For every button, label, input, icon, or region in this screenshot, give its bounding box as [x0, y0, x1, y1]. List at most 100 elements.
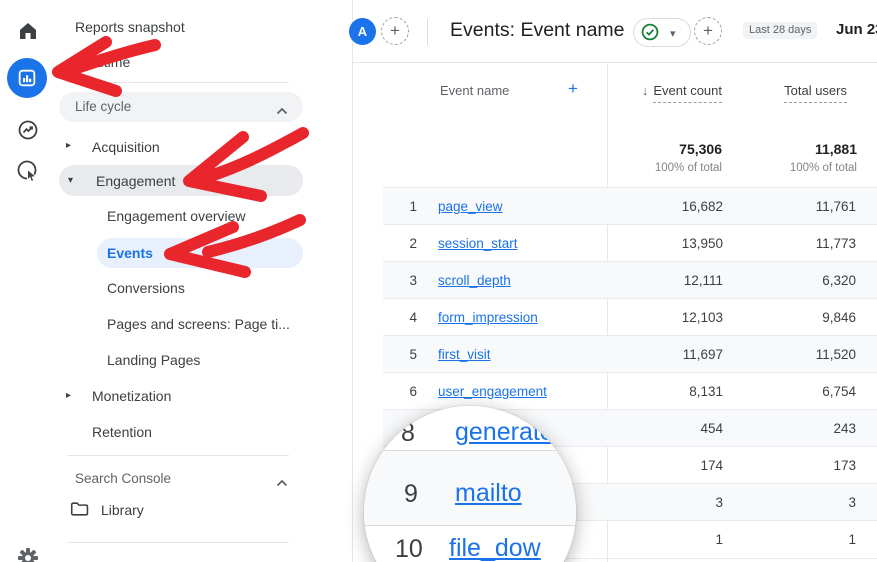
event-link[interactable]: session_start — [438, 225, 518, 262]
total-users: 173 — [833, 458, 856, 473]
total-users: 11,761 — [815, 199, 856, 214]
total-users: 6,320 — [822, 273, 856, 288]
add-dimension-icon[interactable]: + — [568, 79, 578, 99]
home-icon[interactable] — [14, 17, 42, 45]
total-users: 6,754 — [822, 384, 856, 399]
sidebar-item-engagement-overview[interactable]: Engagement overview — [107, 205, 246, 227]
event-count: 11,697 — [682, 347, 723, 362]
event-link[interactable]: first_visit — [438, 336, 491, 373]
event-link[interactable]: form_impression — [438, 299, 538, 336]
sidebar-item-conversions[interactable]: Conversions — [107, 277, 185, 299]
event-count: 12,111 — [683, 273, 723, 288]
sidebar-item-engagement[interactable]: ▾ Engagement — [59, 165, 303, 196]
nav-rail — [0, 0, 56, 562]
avatar[interactable]: A — [349, 18, 376, 45]
sidebar-item-library[interactable]: Library — [101, 499, 144, 521]
sidebar-item-retention[interactable]: Retention — [92, 421, 152, 443]
total-users: 11,881 — [814, 141, 857, 157]
event-count: 13,950 — [681, 236, 723, 251]
total-event-count-share: 100% of total — [654, 162, 722, 174]
total-users-share: 100% of total — [789, 162, 857, 174]
lens-event-link: generate — [455, 418, 554, 446]
table-row: 2 session_start 13,950 11,773 — [383, 224, 877, 262]
expand-down-icon[interactable]: ▾ — [68, 174, 73, 188]
date-range-chip[interactable]: Last 28 days — [743, 22, 818, 39]
lens-row-index: 9 — [404, 480, 418, 508]
sidebar-item-acquisition[interactable]: Acquisition — [92, 136, 160, 158]
sidebar-item-pages-and-screens[interactable]: Pages and screens: Page ti... — [107, 313, 290, 335]
sort-desc-icon: ↓ — [641, 83, 649, 98]
row-index: 3 — [409, 273, 417, 288]
event-link[interactable]: scroll_depth — [438, 262, 511, 299]
plus-icon: + — [703, 21, 713, 40]
section-search-console[interactable]: Search Console — [75, 468, 171, 490]
table-header: Event name + ↓ Event count Total users 75… — [383, 62, 877, 187]
sidebar-item-events-label: Events — [107, 245, 153, 261]
sidebar-divider — [67, 82, 289, 83]
row-index: 1 — [409, 199, 417, 214]
event-count: 16,682 — [681, 199, 723, 214]
event-link[interactable]: page_view — [438, 188, 503, 225]
reports-nav-button[interactable] — [7, 58, 47, 98]
sidebar-item-reports-snapshot[interactable]: Reports snapshot — [75, 16, 185, 38]
row-index: 4 — [409, 310, 417, 325]
event-count: 8,131 — [689, 384, 723, 399]
section-life-cycle[interactable]: Life cycle — [59, 92, 303, 122]
total-users: 243 — [833, 421, 856, 436]
sidebar-divider — [67, 455, 289, 456]
folder-icon — [70, 501, 89, 522]
column-header-event-name[interactable]: Event name — [440, 83, 509, 98]
add-comparison-button[interactable]: + — [381, 17, 409, 45]
table-row: 1 page_view 16,682 11,761 — [383, 187, 877, 225]
sidebar-divider — [67, 542, 289, 543]
event-count: 454 — [700, 421, 723, 436]
sidebar-item-engagement-label: Engagement — [96, 173, 176, 189]
total-users: 11,520 — [815, 347, 856, 362]
expand-right-icon[interactable]: ▸ — [66, 389, 71, 403]
expand-right-icon[interactable]: ▸ — [66, 139, 71, 153]
explore-icon[interactable] — [14, 116, 42, 144]
sidebar-item-events[interactable]: Events — [97, 238, 303, 268]
column-header-total-users[interactable]: Total users — [784, 83, 847, 103]
section-life-cycle-label: Life cycle — [75, 99, 132, 114]
sidebar-item-landing-pages[interactable]: Landing Pages — [107, 349, 200, 371]
lens-row-index: 8 — [401, 419, 415, 447]
event-count: 1 — [715, 532, 723, 547]
report-sidebar: Reports snapshot Realtime Life cycle ▸ A… — [55, 0, 353, 562]
column-header-event-count[interactable]: ↓ Event count — [641, 83, 722, 103]
event-link[interactable]: user_engagement — [438, 373, 547, 410]
lens-row-index: 10 — [395, 535, 423, 562]
event-count: 3 — [715, 495, 723, 510]
chevron-up-icon[interactable] — [276, 474, 288, 492]
row-index: 6 — [409, 384, 417, 399]
plus-icon: + — [390, 21, 400, 40]
total-users: 1 — [848, 532, 856, 547]
date-range-value[interactable]: Jun 23 — [836, 21, 877, 38]
report-status-dropdown[interactable]: ▾ — [633, 18, 691, 47]
caret-down-icon: ▾ — [670, 28, 676, 40]
table-row: 3 scroll_depth 12,111 6,320 — [383, 261, 877, 299]
row-index: 2 — [409, 236, 417, 251]
total-users: 11,773 — [815, 236, 856, 251]
total-users: 3 — [848, 495, 856, 510]
settings-gear-icon[interactable] — [14, 544, 42, 562]
event-count: 174 — [700, 458, 723, 473]
chevron-up-icon[interactable] — [276, 102, 288, 120]
table-row: 6 user_engagement 8,131 6,754 — [383, 372, 877, 410]
lens-event-link: mailto — [455, 479, 522, 507]
magnifier-annotation: 8 generate 9 mailto 10 file_dow — [364, 406, 576, 562]
bar-chart-icon — [18, 69, 36, 87]
total-event-count: 75,306 — [679, 141, 722, 157]
table-row: 4 form_impression 12,103 9,846 — [383, 298, 877, 336]
ga4-events-report: Reports snapshot Realtime Life cycle ▸ A… — [0, 0, 877, 562]
sidebar-item-realtime[interactable]: Realtime — [75, 51, 130, 73]
sidebar-item-monetization[interactable]: Monetization — [92, 385, 171, 407]
add-report-button[interactable]: + — [694, 17, 722, 45]
check-circle-icon — [641, 23, 659, 46]
header-separator — [427, 19, 428, 45]
table-row: 5 first_visit 11,697 11,520 — [383, 335, 877, 373]
advertising-icon[interactable] — [14, 157, 42, 185]
lens-event-link: file_dow — [449, 534, 541, 562]
page-title: Events: Event name — [450, 19, 625, 41]
total-users: 9,846 — [822, 310, 856, 325]
